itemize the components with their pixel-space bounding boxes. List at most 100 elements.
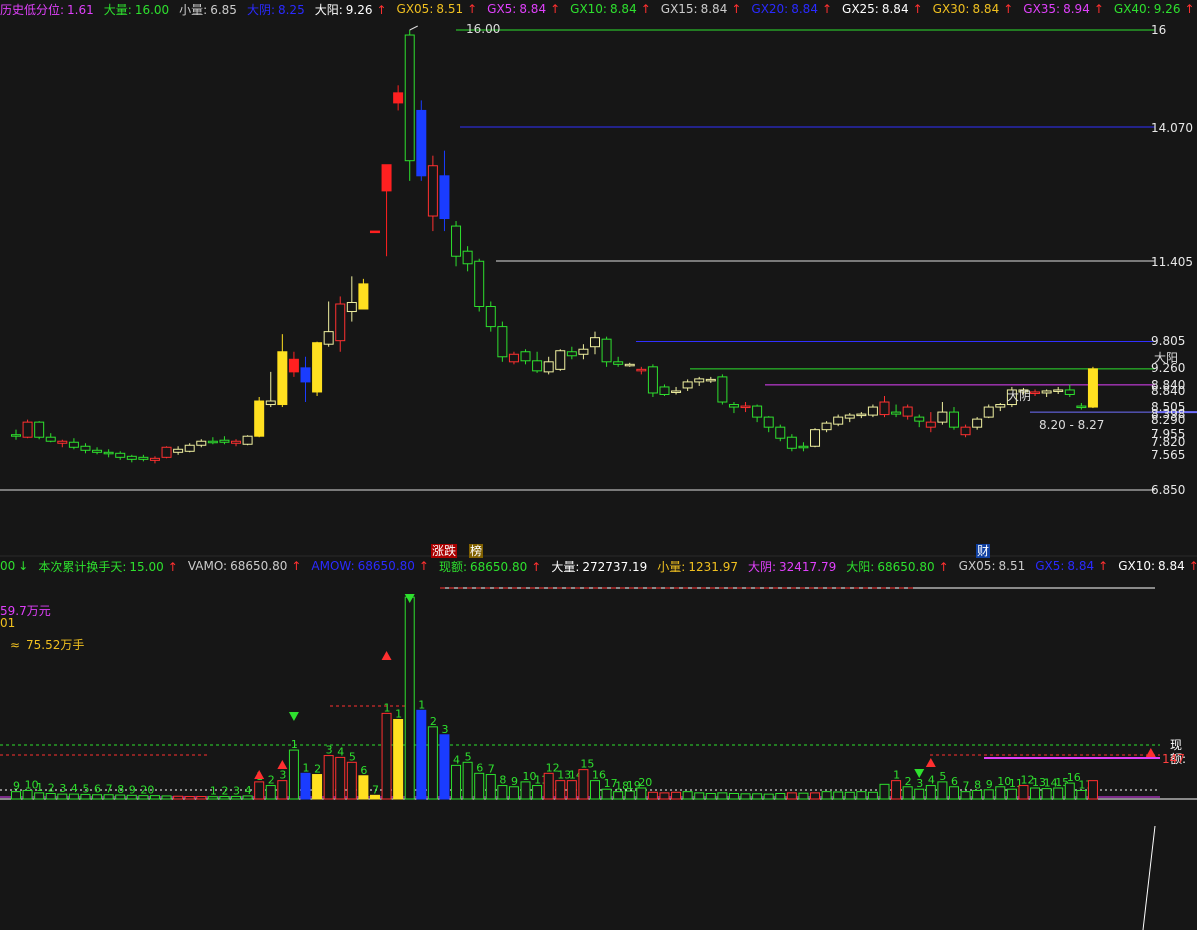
- volume-bar: [288, 749, 299, 800]
- volume-bar: [312, 774, 323, 800]
- candle-body: [1030, 391, 1041, 394]
- volume-bar: [601, 788, 612, 800]
- volume-count-label: 1: [36, 781, 43, 794]
- cai-badge[interactable]: 财: [976, 544, 991, 558]
- candle-body: [856, 413, 867, 417]
- candle-body: [312, 342, 323, 393]
- volume-bar: [925, 785, 936, 800]
- candle-body: [694, 378, 705, 383]
- candle-body: [763, 416, 774, 428]
- signal-up-icon: [925, 758, 936, 767]
- candle-body: [833, 416, 844, 425]
- candle-body: [844, 414, 855, 419]
- candle-body: [346, 301, 357, 313]
- signal-up-icon: [381, 651, 392, 660]
- volume-count-label: 4: [71, 782, 78, 795]
- volume-bar: [786, 792, 797, 800]
- candle-body: [335, 303, 346, 342]
- candle-body: [196, 440, 207, 446]
- candle-body: [416, 109, 427, 177]
- volume-bar: [404, 596, 415, 800]
- candle-body: [242, 435, 253, 445]
- candle-body: [752, 405, 763, 418]
- volume-bar: [11, 791, 21, 800]
- volume-count-label: 1: [384, 701, 391, 714]
- candle-body: [925, 421, 936, 428]
- volume-bar: [393, 718, 404, 800]
- volume-count-label: 2: [221, 785, 228, 798]
- candle-body: [439, 175, 450, 220]
- volume-bar: [728, 792, 739, 800]
- volume-bar: [844, 791, 855, 800]
- signal-down-icon: [288, 712, 299, 721]
- volume-count-label: 1: [210, 785, 217, 798]
- candle-body: [451, 225, 462, 257]
- volume-count-label: 9: [129, 783, 136, 796]
- volume-bar: [995, 786, 1006, 800]
- bang-badge[interactable]: 榜: [469, 544, 484, 558]
- signal-up-icon: [1145, 748, 1156, 757]
- candle-body: [995, 404, 1006, 408]
- candle-body: [1041, 390, 1052, 394]
- zhangdie-badge[interactable]: 涨跌: [431, 544, 458, 558]
- candle-body: [300, 367, 311, 383]
- volume-bar: [775, 792, 786, 800]
- volume-count-label: 6: [94, 783, 101, 796]
- volume-bar: [508, 786, 519, 800]
- candle-body: [532, 360, 543, 372]
- volume-bar: [427, 726, 438, 800]
- volume-count-label: 1: [395, 707, 402, 720]
- candle-body: [474, 260, 485, 308]
- volume-bar: [1076, 789, 1087, 800]
- volume-bar: [613, 791, 624, 800]
- volume-count-label: 1: [418, 698, 425, 711]
- candle-body: [624, 363, 635, 367]
- candle-body: [682, 381, 693, 389]
- candle-body: [578, 348, 589, 355]
- candle-body: [126, 455, 137, 460]
- volume-count-label: 20: [638, 776, 652, 789]
- volume-bar: [474, 772, 485, 800]
- candle-body: [92, 449, 103, 453]
- volume-bar: [636, 787, 647, 800]
- price-axis-tick: 6.850: [1151, 483, 1185, 497]
- volume-bar: [22, 789, 33, 800]
- volume-count-label: 2: [430, 715, 437, 728]
- volume-bar: [960, 791, 971, 800]
- volume-count-label: 4: [453, 753, 460, 766]
- volume-count-label: 6: [360, 764, 367, 777]
- volume-bar: [381, 712, 392, 800]
- candle-body: [381, 164, 392, 192]
- volume-bar: [439, 734, 450, 800]
- volume-count-label: 3: [279, 769, 286, 782]
- candle-body: [786, 436, 797, 449]
- peak-label: 16.00: [466, 22, 501, 36]
- candle-body: [705, 378, 716, 382]
- candle-body: [323, 331, 334, 345]
- volume-bar: [659, 792, 670, 800]
- candle-body: [566, 351, 577, 357]
- candle-body: [404, 34, 415, 162]
- candle-body: [497, 326, 508, 358]
- candle-body: [427, 165, 438, 217]
- candle-body: [775, 426, 786, 439]
- volume-count-label: 2: [314, 763, 321, 776]
- volume-bar: [254, 781, 265, 800]
- candle-body: [103, 451, 114, 455]
- volume-count-label: 4: [928, 774, 935, 787]
- candle-body: [277, 351, 288, 406]
- volume-count-label: 9: [511, 775, 518, 788]
- range-label: 8.20 - 8.27: [1039, 418, 1105, 432]
- volume-bar: [902, 786, 913, 800]
- volume-count-label: 8: [974, 778, 981, 791]
- volume-count-label: 3: [233, 784, 240, 797]
- price-axis-tick: 8.290: [1151, 413, 1185, 427]
- volume-bar: [694, 792, 705, 800]
- candle-body: [369, 230, 380, 234]
- signal-up-icon: [277, 760, 288, 769]
- price-axis-tick: 9.805: [1151, 334, 1185, 348]
- volume-bar: [914, 788, 925, 800]
- volume-bar: [196, 796, 207, 800]
- price-axis-tick: 7.820: [1151, 435, 1185, 449]
- volume-count-label: 2: [48, 781, 55, 794]
